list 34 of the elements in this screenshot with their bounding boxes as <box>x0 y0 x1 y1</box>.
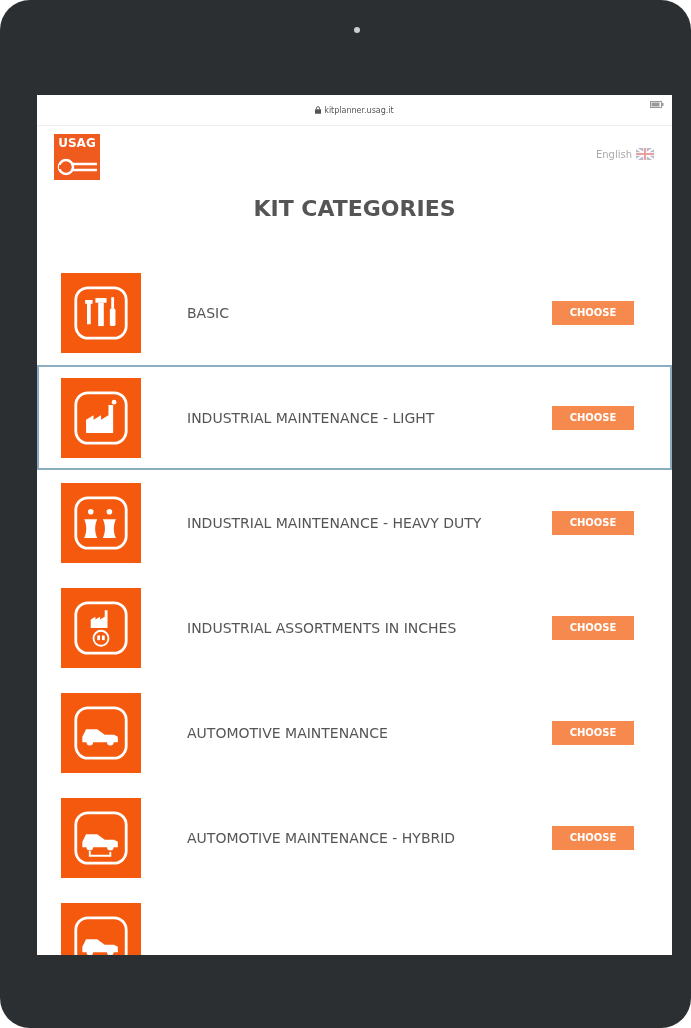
lock-icon <box>315 106 322 114</box>
choose-button[interactable]: CHOOSE <box>552 720 634 745</box>
category-icon <box>73 494 129 551</box>
choose-button[interactable]: CHOOSE <box>552 405 634 430</box>
category-icon <box>73 704 129 761</box>
category-icon <box>73 809 129 866</box>
category-name: INDUSTRIAL ASSORTMENTS IN INCHES <box>187 619 458 636</box>
category-row[interactable]: INDUSTRIAL ASSORTMENTS IN INCHES CHOOSE <box>37 575 672 680</box>
category-icon <box>73 389 129 446</box>
category-row[interactable]: AUTOMOTIVE MAINTENANCE CHOOSE <box>37 680 672 785</box>
choose-button[interactable]: CHOOSE <box>552 300 634 325</box>
battery-icon <box>650 101 664 108</box>
camera-dot <box>354 27 360 33</box>
choose-button[interactable]: CHOOSE <box>552 825 634 850</box>
category-name: INDUSTRIAL MAINTENANCE - LIGHT <box>187 409 436 426</box>
category-name: AUTOMOTIVE MAINTENANCE <box>187 724 389 741</box>
category-icon <box>73 914 129 955</box>
wrench-icon <box>57 157 97 177</box>
category-row[interactable]: AUTOMOTIVE MAINTENANCE - HYBRID CHOOSE <box>37 785 672 890</box>
brand-logo[interactable]: USAG <box>54 134 100 180</box>
category-row[interactable]: BASIC CHOOSE <box>37 260 672 365</box>
choose-button[interactable]: CHOOSE <box>552 615 634 640</box>
category-icon <box>73 284 129 341</box>
address-bar[interactable]: kitplanner.usag.it <box>315 105 394 115</box>
page-title: KIT CATEGORIES <box>252 196 457 223</box>
flag-icon <box>636 148 654 160</box>
choose-button[interactable]: CHOOSE <box>552 510 634 535</box>
category-name: INDUSTRIAL MAINTENANCE - HEAVY DUTY <box>187 514 483 531</box>
category-icon <box>73 599 129 656</box>
category-row[interactable]: INDUSTRIAL MAINTENANCE - LIGHT CHOOSE <box>37 365 672 470</box>
category-row[interactable]: INDUSTRIAL MAINTENANCE - HEAVY DUTY CHOOSE <box>37 470 672 575</box>
language-selector[interactable]: English <box>595 148 654 160</box>
category-name: AUTOMOTIVE MAINTENANCE - HYBRID <box>187 829 457 846</box>
category-name: BASIC <box>187 304 230 321</box>
